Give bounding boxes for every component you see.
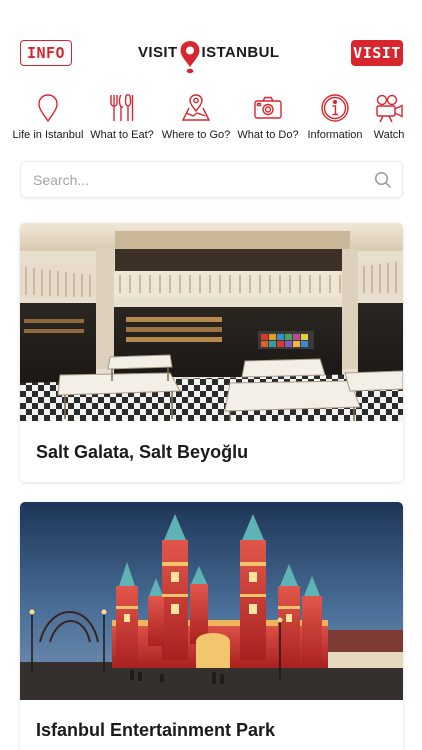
nav-item-what-to-do[interactable]: What to Do? — [236, 92, 300, 146]
nav-label-watch: Watch — [373, 129, 405, 141]
nav-label-where-to-go: Where to Go? — [161, 129, 231, 141]
app-header: INFO VISIT ISTANBUL VISIT — [0, 0, 422, 90]
nav-item-what-to-eat[interactable]: What to Eat? — [90, 92, 154, 146]
nav-label-what-to-do: What to Do? — [237, 129, 299, 141]
salt-galata-photo — [20, 223, 403, 421]
logo-word-visit: VISIT — [138, 44, 178, 61]
nav-item-information[interactable]: Information — [306, 92, 364, 146]
nav-item-watch[interactable]: Watch — [370, 92, 408, 146]
card-title[interactable]: Salt Galata, Salt Beyoğlu — [36, 442, 248, 463]
place-card[interactable]: Salt Galata, Salt Beyoğlu — [20, 223, 403, 482]
nav-item-where-to-go[interactable]: Where to Go? — [162, 92, 230, 146]
search-icon[interactable] — [374, 171, 392, 189]
isfanbul-photo — [20, 502, 403, 700]
fork-knife-icon — [110, 94, 134, 121]
visit-istanbul-logo[interactable]: VISIT ISTANBUL — [138, 40, 284, 76]
search-bar — [20, 161, 403, 198]
location-pin-icon — [38, 94, 58, 123]
visit-button[interactable]: VISIT — [351, 40, 403, 66]
video-camera-icon — [376, 94, 403, 123]
camera-icon — [254, 96, 282, 119]
logo-word-istanbul: ISTANBUL — [201, 44, 280, 61]
nav-label-what-to-eat: What to Eat? — [90, 129, 154, 141]
search-input[interactable] — [21, 162, 361, 197]
nav-item-life-in-istanbul[interactable]: Life in Istanbul — [12, 92, 84, 146]
nav-label-life-in-istanbul: Life in Istanbul — [12, 129, 84, 141]
logo-pin-icon — [180, 41, 200, 74]
category-nav: Life in Istanbul What to Eat? Where to G… — [0, 92, 422, 146]
map-icon — [181, 94, 211, 121]
info-icon — [321, 94, 349, 122]
place-card[interactable]: Isfanbul Entertainment Park — [20, 502, 403, 750]
info-button[interactable]: INFO — [20, 40, 72, 66]
nav-label-information: Information — [307, 129, 363, 141]
card-title[interactable]: Isfanbul Entertainment Park — [36, 720, 275, 741]
